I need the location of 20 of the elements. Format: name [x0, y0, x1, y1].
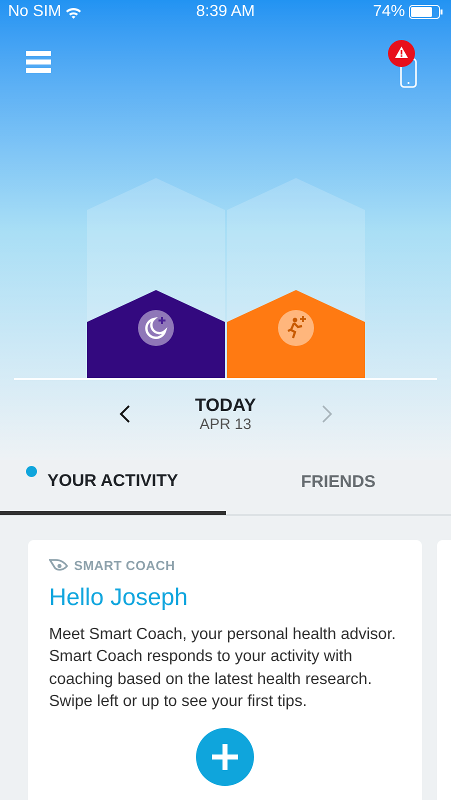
wifi-icon [65, 6, 82, 18]
carrier-text: No SIM [8, 2, 62, 22]
date-title: TODAY [194, 394, 256, 416]
previous-day-icon[interactable] [118, 405, 130, 423]
clock-text: 8:39 AM [195, 2, 256, 22]
plus-icon [212, 744, 238, 770]
tab[interactable]: YOUR ACTIVITY [0, 451, 226, 515]
runner-icon [278, 310, 314, 346]
section-label: SMART COACH [74, 557, 176, 575]
battery-text: 74% [372, 2, 405, 22]
eye-icon [49, 559, 68, 572]
greeting-title: Hello Joseph [49, 582, 189, 612]
menu-icon[interactable] [26, 51, 51, 73]
alert-icon [388, 40, 415, 67]
coach-message: Meet Smart Coach, your personal health advisor. Smart Coach responds to your activity with coaching based on the latest health research. Swipe left or up to see your first tips. [49, 624, 397, 712]
tab[interactable]: FRIENDS [226, 450, 451, 514]
battery-icon [409, 5, 443, 19]
goal-house[interactable] [86, 178, 224, 378]
date-text: APR 13 [200, 416, 252, 434]
moon-icon [138, 310, 174, 346]
